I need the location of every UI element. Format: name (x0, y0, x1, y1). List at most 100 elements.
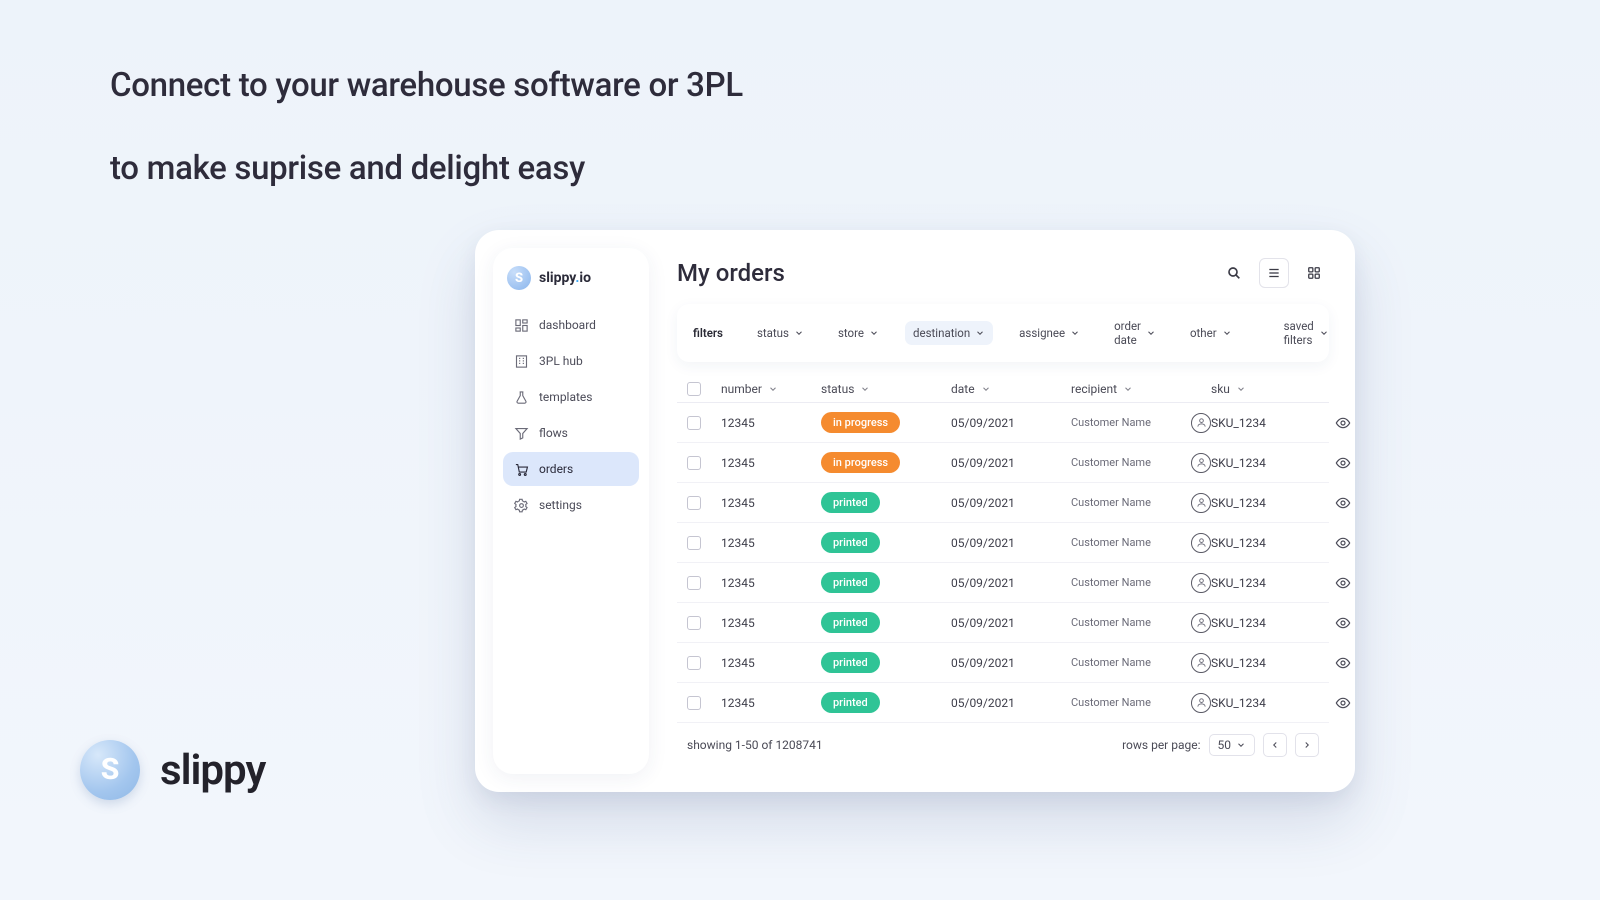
saved-filters-dropdown[interactable]: saved filters (1276, 314, 1337, 352)
cell-recipient: Customer Name (1071, 613, 1211, 633)
rows-per-page-value: 50 (1218, 738, 1232, 752)
sidebar-item-label: dashboard (539, 318, 596, 332)
cell-number: 12345 (721, 496, 821, 510)
eye-icon (1335, 695, 1351, 711)
filter-store[interactable]: store (830, 321, 887, 345)
col-date[interactable]: date (951, 382, 1071, 396)
sidebar-item-dashboard[interactable]: dashboard (503, 308, 639, 342)
cell-recipient: Customer Name (1071, 693, 1211, 713)
sidebar-item-settings[interactable]: settings (503, 488, 639, 522)
eye-icon (1335, 455, 1351, 471)
chevron-down-icon (1319, 328, 1329, 338)
row-checkbox[interactable] (687, 496, 701, 510)
status-badge: printed (821, 612, 880, 633)
filter-assignee[interactable]: assignee (1011, 321, 1088, 345)
cell-number: 12345 (721, 616, 821, 630)
list-view-icon[interactable] (1259, 258, 1289, 288)
row-checkbox[interactable] (687, 416, 701, 430)
view-button[interactable] (1321, 455, 1355, 471)
col-number[interactable]: number (721, 382, 821, 396)
row-checkbox[interactable] (687, 456, 701, 470)
next-page-button[interactable] (1295, 733, 1319, 757)
col-status[interactable]: status (821, 382, 951, 396)
brand-wordmark-prefix: slippy (539, 270, 575, 286)
view-button[interactable] (1321, 495, 1355, 511)
user-icon (1191, 533, 1211, 553)
table-row: 12345printed05/09/2021Customer NameSKU_1… (677, 683, 1329, 723)
filter-label: order date (1114, 319, 1141, 347)
sidebar-item-orders[interactable]: orders (503, 452, 639, 486)
col-recipient[interactable]: recipient (1071, 382, 1211, 396)
status-badge: in progress (821, 412, 900, 433)
eye-icon (1335, 495, 1351, 511)
row-checkbox[interactable] (687, 616, 701, 630)
cell-number: 12345 (721, 456, 821, 470)
flask-icon (513, 389, 529, 405)
cell-sku: SKU_1234 (1211, 536, 1321, 550)
chevron-down-icon (975, 328, 985, 338)
sidebar-item-3PL-hub[interactable]: 3PL hub (503, 344, 639, 378)
sidebar-item-label: templates (539, 390, 592, 404)
view-button[interactable] (1321, 655, 1355, 671)
select-all-checkbox[interactable] (687, 382, 701, 396)
cell-recipient: Customer Name (1071, 573, 1211, 593)
eye-icon (1335, 655, 1351, 671)
brand-circle-icon: S (80, 740, 140, 800)
view-button[interactable] (1321, 695, 1355, 711)
cell-sku: SKU_1234 (1211, 616, 1321, 630)
table-row: 12345in progress05/09/2021Customer NameS… (677, 403, 1329, 443)
col-sku[interactable]: sku (1211, 382, 1321, 396)
user-icon (1191, 573, 1211, 593)
chevron-down-icon (768, 384, 778, 394)
chevron-down-icon (794, 328, 804, 338)
rows-per-page-select[interactable]: 50 (1209, 734, 1256, 756)
row-checkbox[interactable] (687, 536, 701, 550)
eye-icon (1335, 615, 1351, 631)
row-checkbox[interactable] (687, 656, 701, 670)
view-button[interactable] (1321, 615, 1355, 631)
brand-wordmark-suffix: io (579, 270, 591, 286)
filter-other[interactable]: other (1182, 321, 1240, 345)
eye-icon (1335, 415, 1351, 431)
view-button[interactable] (1321, 535, 1355, 551)
prev-page-button[interactable] (1263, 733, 1287, 757)
sidebar-item-flows[interactable]: flows (503, 416, 639, 450)
cell-recipient: Customer Name (1071, 453, 1211, 473)
headline-line-1: Connect to your warehouse software or 3P… (110, 60, 1010, 111)
cell-date: 05/09/2021 (951, 576, 1071, 590)
user-icon (1191, 653, 1211, 673)
cell-number: 12345 (721, 536, 821, 550)
showing-text: showing 1-50 of 1208741 (687, 738, 823, 752)
row-checkbox[interactable] (687, 576, 701, 590)
filter-order-date[interactable]: order date (1106, 314, 1164, 352)
filter-label: destination (913, 326, 970, 340)
chevron-down-icon (1146, 328, 1156, 338)
chevron-down-icon (860, 384, 870, 394)
saved-filters-label: saved filters (1284, 319, 1314, 347)
grid-view-icon[interactable] (1299, 258, 1329, 288)
view-button[interactable] (1321, 415, 1355, 431)
app-window: S slippy.io dashboard 3PL hub templates flo… (475, 230, 1355, 792)
table-header: number status date recipient sku ••• (677, 376, 1329, 403)
chevron-down-icon (869, 328, 879, 338)
chevron-down-icon (1070, 328, 1080, 338)
cell-date: 05/09/2021 (951, 696, 1071, 710)
cell-sku: SKU_1234 (1211, 416, 1321, 430)
chevron-down-icon (981, 384, 991, 394)
cell-date: 05/09/2021 (951, 496, 1071, 510)
filter-destination[interactable]: destination (905, 321, 993, 345)
cell-date: 05/09/2021 (951, 616, 1071, 630)
sidebar-brand: S slippy.io (503, 266, 639, 290)
table-row: 12345printed05/09/2021Customer NameSKU_1… (677, 643, 1329, 683)
view-button[interactable] (1321, 575, 1355, 591)
row-checkbox[interactable] (687, 696, 701, 710)
filter-label: status (757, 326, 789, 340)
search-icon[interactable] (1219, 258, 1249, 288)
filter-status[interactable]: status (749, 321, 812, 345)
gear-icon (513, 497, 529, 513)
cell-sku: SKU_1234 (1211, 696, 1321, 710)
sidebar-item-templates[interactable]: templates (503, 380, 639, 414)
filters-bar: filters statusstoredestinationassigneeor… (677, 304, 1329, 362)
cell-sku: SKU_1234 (1211, 576, 1321, 590)
eye-icon (1335, 535, 1351, 551)
